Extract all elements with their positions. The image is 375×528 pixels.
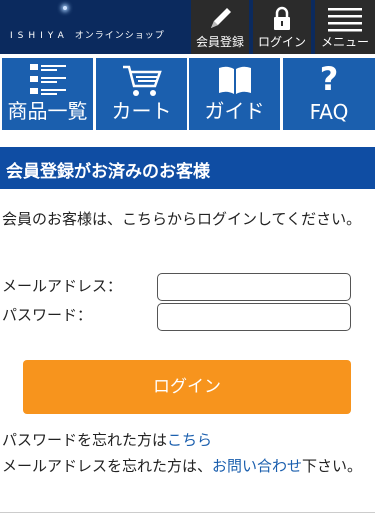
email-field[interactable]	[157, 273, 351, 301]
brand-subtitle: オンラインショップ	[74, 31, 165, 41]
forgot-email-line: メールアドレスを忘れた方は、お問い合わせ下さい。	[2, 454, 372, 478]
nav-cart-label: カート	[111, 99, 172, 123]
menu-label: メニュー	[320, 35, 369, 49]
forgot-password-line: パスワードを忘れた方はこちら	[2, 428, 212, 452]
pencil-icon	[211, 8, 231, 28]
nav-faq-label: FAQ	[309, 100, 349, 124]
hamburger-icon	[328, 8, 362, 32]
brand-star-icon	[63, 6, 67, 10]
section-title: 会員登録がお済みのお客様	[0, 147, 375, 189]
list-icon	[29, 64, 66, 95]
login-submit-button[interactable]: ログイン	[23, 360, 351, 414]
lock-icon	[274, 6, 290, 30]
forgot-password-link[interactable]: こちら	[167, 431, 212, 449]
forgot-email-text: メールアドレスを忘れた方は、	[2, 457, 213, 475]
nav-products-label: 商品一覧	[7, 99, 88, 123]
header-login-label: ログイン	[257, 35, 306, 49]
question-icon: ?	[319, 60, 339, 98]
nav-guide[interactable]: ガイド	[189, 58, 280, 130]
contact-link[interactable]: お問い合わせ	[212, 457, 302, 475]
brand-logo[interactable]: ISHIYA オンラインショップ	[10, 28, 165, 41]
book-icon	[218, 66, 251, 94]
nav-faq[interactable]: ? FAQ	[283, 58, 375, 130]
login-intro-text: 会員のお客様は、こちらからログインしてください。	[2, 210, 362, 228]
header-login-button[interactable]: ログイン	[251, 0, 311, 54]
nav-guide-label: ガイド	[204, 99, 265, 123]
email-label: メールアドレス：	[2, 277, 123, 295]
forgot-password-text: パスワードを忘れた方は	[2, 431, 168, 449]
nav-products[interactable]: 商品一覧	[2, 58, 93, 130]
menu-button[interactable]: メニュー	[313, 0, 375, 54]
brand-name: ISHIYA	[10, 31, 69, 41]
nav-cart[interactable]: カート	[96, 58, 187, 130]
forgot-email-suffix: 下さい。	[302, 457, 363, 475]
divider	[0, 512, 375, 513]
main-nav: 商品一覧 カート ガイド ? FAQ	[0, 58, 375, 130]
cart-icon	[122, 65, 162, 96]
member-register-button[interactable]: 会員登録	[189, 0, 249, 54]
password-label: パスワード：	[2, 306, 93, 324]
password-field[interactable]	[157, 303, 351, 331]
site-header: ISHIYA オンラインショップ 会員登録 ログイン メニュー	[0, 0, 375, 54]
member-register-label: 会員登録	[195, 35, 244, 49]
